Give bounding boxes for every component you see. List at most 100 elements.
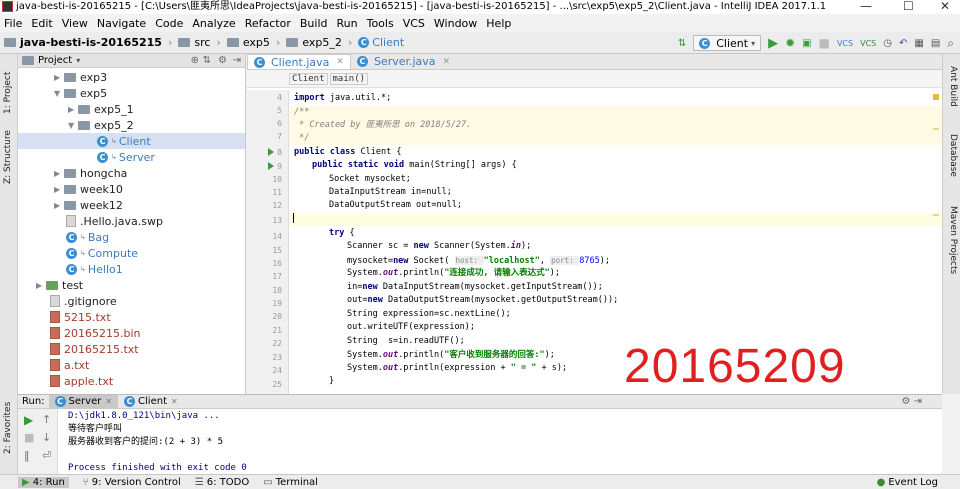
tree-item-exp5-1[interactable]: ▶ exp5_1 xyxy=(68,101,134,117)
warning-marker[interactable] xyxy=(933,94,939,100)
menu-vcs[interactable]: VCS xyxy=(403,17,425,30)
ant-build-tab[interactable]: Ant Build xyxy=(948,66,958,107)
minimize-button[interactable]: — xyxy=(860,0,872,12)
tree-item-client[interactable]: C ↳ Client xyxy=(18,133,245,149)
vcs-commit-icon[interactable]: VCS xyxy=(860,39,876,48)
run-tab-server[interactable]: C Server ✕ xyxy=(48,394,119,409)
scroll-up-icon[interactable]: ↑ xyxy=(42,413,51,426)
pause-icon[interactable]: ‖ xyxy=(24,449,30,462)
coverage-icon[interactable]: ▣ xyxy=(802,38,811,49)
run-panel-header: Run: C Server ✕ C Client ✕ ⚙ ⇥ xyxy=(18,394,942,409)
run-config-select[interactable]: C Client ▾ xyxy=(693,35,762,51)
tree-item-test[interactable]: ▶ test xyxy=(36,277,83,293)
rerun-icon[interactable]: ▶ xyxy=(24,413,33,427)
run-class-icon[interactable] xyxy=(268,148,274,156)
build-icon[interactable]: ⇅ xyxy=(678,38,686,49)
collapse-icon[interactable]: ⇅ xyxy=(203,55,211,66)
tree-item-compute[interactable]: C ↳ Compute xyxy=(66,245,138,261)
tree-item-5215-txt[interactable]: 5215.txt xyxy=(50,309,111,325)
menu-edit[interactable]: Edit xyxy=(31,17,52,30)
folder-icon xyxy=(64,200,76,210)
version-control-button[interactable]: ⑂ 9: Version Control xyxy=(83,477,181,488)
tree-item-hello1[interactable]: C ↳ Hello1 xyxy=(66,261,123,277)
scroll-marker[interactable] xyxy=(933,128,939,130)
vcs-update-icon[interactable]: VCS xyxy=(837,39,853,48)
status-bar: ▶ 4: Run ⑂ 9: Version Control ☰ 6: TODO ▭ Te… xyxy=(0,474,960,489)
tree-item-gitignore[interactable]: .gitignore xyxy=(50,293,117,309)
maven-projects-tab[interactable]: Maven Projects xyxy=(948,206,958,274)
database-tab[interactable]: Database xyxy=(948,134,958,177)
run-tool-button[interactable]: ▶ 4: Run xyxy=(18,476,69,488)
structure-tool-tab[interactable]: Z: Structure xyxy=(3,130,13,184)
tree-item-exp5-2[interactable]: ▼ exp5_2 xyxy=(68,117,134,133)
menu-navigate[interactable]: Navigate xyxy=(97,17,146,30)
tree-item-hongcha[interactable]: ▶ hongcha xyxy=(54,165,127,181)
menu-build[interactable]: Build xyxy=(300,17,328,30)
favorites-tool-tab[interactable]: 2: Favorites xyxy=(3,402,13,454)
gear-icon[interactable]: ⚙ ⇥ xyxy=(901,396,922,407)
right-tool-strip: Ant Build Database Maven Projects xyxy=(942,54,960,394)
run-icon[interactable]: ▶ xyxy=(768,36,778,51)
search-icon[interactable]: ⌕ xyxy=(947,36,954,51)
menu-refactor[interactable]: Refactor xyxy=(245,17,291,30)
tree-item-exp3[interactable]: ▶ exp3 xyxy=(54,69,107,85)
menu-window[interactable]: Window xyxy=(434,17,477,30)
menu-run[interactable]: Run xyxy=(337,17,358,30)
terminal-button[interactable]: ▭ Terminal xyxy=(263,477,318,488)
tree-item-hello-swp[interactable]: .Hello.java.swp xyxy=(66,213,163,229)
tree-item-apple-txt[interactable]: apple.txt xyxy=(50,373,113,389)
stop-icon[interactable]: ■ xyxy=(819,36,830,50)
crumb-class[interactable]: Client xyxy=(289,72,328,85)
menu-tools[interactable]: Tools xyxy=(367,17,394,30)
menu-help[interactable]: Help xyxy=(486,17,511,30)
menu-file[interactable]: File xyxy=(4,17,22,30)
project-tool-tab[interactable]: 1: Project xyxy=(3,72,13,114)
tree-item-server[interactable]: C ↳ Server xyxy=(97,149,155,165)
scroll-marker[interactable] xyxy=(933,214,939,216)
run-tab-client[interactable]: C Client ✕ xyxy=(118,395,184,409)
tree-item-20165215-bin[interactable]: 20165215.bin xyxy=(50,325,141,341)
crumb-src[interactable]: src xyxy=(178,36,210,49)
history-icon[interactable]: ◷ xyxy=(883,38,892,49)
tree-item-week12[interactable]: ▶ week12 xyxy=(54,197,123,213)
close-button[interactable]: ✕ xyxy=(940,0,950,12)
tree-item-bag[interactable]: C ↳ Bag xyxy=(66,229,109,245)
gear-icon[interactable]: ⚙ xyxy=(218,55,227,66)
tree-item-exp5[interactable]: ▼ exp5 xyxy=(54,85,107,101)
class-icon: C xyxy=(97,151,108,163)
console-line-1: D:\jdk1.8.0_121\bin\java ... xyxy=(68,411,220,421)
vcs-icon: ⑂ xyxy=(82,476,89,488)
code-line-17: System.out.println("连接成功, 请输入表达式"); xyxy=(347,268,560,278)
tab-server-java[interactable]: C Server.java ✕ xyxy=(351,54,456,69)
folder-icon xyxy=(64,88,76,98)
tree-item-a-txt[interactable]: a.txt xyxy=(50,357,89,373)
tree-item-20165215-txt[interactable]: 20165215.txt xyxy=(50,341,139,357)
close-tab-icon[interactable]: ✕ xyxy=(336,57,344,67)
crumb-exp5[interactable]: exp5 xyxy=(226,36,270,49)
todo-button[interactable]: ☰ 6: TODO xyxy=(195,477,249,488)
stop-icon[interactable]: ■ xyxy=(24,431,34,444)
event-log-button[interactable]: ● Event Log xyxy=(877,477,938,488)
menu-analyze[interactable]: Analyze xyxy=(192,17,235,30)
crumb-exp5-2[interactable]: exp5_2 xyxy=(286,36,342,49)
close-tab-icon[interactable]: ✕ xyxy=(443,57,451,67)
maximize-button[interactable]: ☐ xyxy=(903,0,914,12)
revert-icon[interactable]: ↶ xyxy=(899,38,907,49)
debug-icon[interactable]: ✹ xyxy=(785,36,795,50)
crumb-method[interactable]: main() xyxy=(329,72,369,85)
crumb-project[interactable]: java-besti-is-20165215 xyxy=(4,36,162,49)
binary-file-icon xyxy=(50,327,60,339)
menu-code[interactable]: Code xyxy=(155,17,183,30)
scroll-down-icon[interactable]: ↓ xyxy=(42,431,51,444)
run-main-icon[interactable] xyxy=(268,162,274,170)
project-structure-icon[interactable]: ▦ xyxy=(914,38,923,49)
sync-icon[interactable]: ⊕ xyxy=(191,55,199,66)
crumb-client[interactable]: C Client xyxy=(358,36,404,49)
sdk-icon[interactable]: ▤ xyxy=(931,38,940,49)
hide-icon[interactable]: ⇥ xyxy=(233,55,241,66)
tab-client-java[interactable]: C Client.java ✕ xyxy=(247,54,351,69)
tree-item-week10[interactable]: ▶ week10 xyxy=(54,181,123,197)
project-view-select[interactable]: Project xyxy=(38,55,72,66)
menu-view[interactable]: View xyxy=(62,17,88,30)
wrap-icon[interactable]: ⏎ xyxy=(42,449,51,462)
